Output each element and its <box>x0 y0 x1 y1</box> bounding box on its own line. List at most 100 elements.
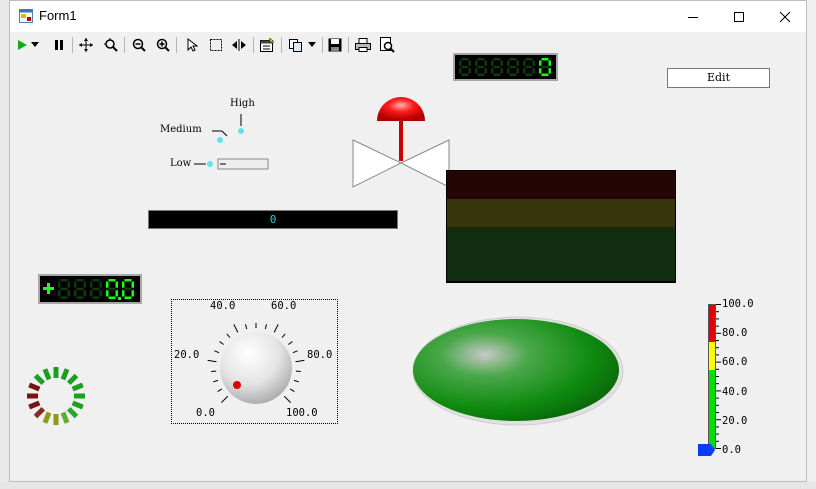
toolbar-separator <box>72 37 73 53</box>
app-icon <box>19 9 33 23</box>
toolbar <box>10 33 806 57</box>
zoom-out-button[interactable] <box>129 36 149 54</box>
select-box-button[interactable] <box>206 36 226 54</box>
knob-tick <box>283 395 292 404</box>
spinner-segment <box>71 382 84 392</box>
knob-label-60: 60.0 <box>271 300 297 312</box>
zoom-out-icon <box>132 38 146 52</box>
knob-tick <box>289 388 295 392</box>
knob-label-80: 80.0 <box>307 349 333 361</box>
lcd-segment <box>108 296 116 299</box>
selector-medium-dot <box>217 137 223 143</box>
knob-tick <box>264 324 267 330</box>
spinner-segment <box>60 368 70 381</box>
toolbar-separator <box>322 37 323 53</box>
valve-body-left <box>352 139 403 188</box>
scale-label-100: 100.0 <box>722 298 754 310</box>
lcd-segment <box>92 296 100 299</box>
selector-low-dot <box>207 161 213 167</box>
spinner-segment <box>33 373 46 386</box>
lcd-segment <box>525 65 533 69</box>
lcd-segment <box>115 281 118 288</box>
edit-button[interactable]: Edit <box>667 68 770 88</box>
copy-dropdown[interactable] <box>306 36 318 54</box>
main-window: Form1 Edit High Medium Low 0 0.0 20.0 40… <box>9 0 807 482</box>
zoom-in-button[interactable] <box>153 36 173 54</box>
spinner-segment <box>66 373 79 386</box>
pan-button[interactable] <box>76 36 96 54</box>
properties-button[interactable] <box>257 36 277 54</box>
maximize-button[interactable] <box>716 1 762 32</box>
run-dropdown[interactable] <box>29 36 41 54</box>
zoom-in-icon <box>156 38 170 52</box>
background-window-bottom <box>0 482 816 489</box>
window-title: Form1 <box>39 8 77 23</box>
lcd-segment <box>541 58 549 61</box>
lcd-segment <box>477 58 485 61</box>
title-bar[interactable]: Form1 <box>10 1 806 32</box>
lcd-segment <box>468 60 471 66</box>
knob-tick <box>288 341 293 345</box>
toolbar-separator <box>124 37 125 53</box>
pause-button[interactable] <box>49 36 69 54</box>
copy-button[interactable] <box>285 36 305 54</box>
lcd-segment <box>60 287 68 291</box>
knob-tick <box>292 350 298 354</box>
print-button[interactable] <box>353 36 373 54</box>
minimize-icon <box>688 16 698 18</box>
scale-label-20: 20.0 <box>722 415 748 427</box>
lcd-segment <box>58 281 61 288</box>
lcd-segment <box>541 65 549 69</box>
lcd-segment <box>461 65 469 69</box>
knob-tick <box>233 324 239 333</box>
lcd-segment <box>108 279 116 282</box>
split-icon <box>232 39 246 51</box>
lcd-segment <box>122 290 125 297</box>
pause-icon <box>55 40 63 50</box>
select-pointer-button[interactable] <box>182 36 202 54</box>
lcd-segment <box>523 68 526 74</box>
lcd-digits <box>459 58 551 76</box>
lcd-segment <box>491 68 494 74</box>
valve[interactable] <box>350 93 454 193</box>
spinner-segment <box>42 368 52 381</box>
lcd-segment <box>491 60 494 66</box>
lcd-segment <box>539 60 542 66</box>
lcd-segment <box>76 296 84 299</box>
lcd-segment <box>484 60 487 66</box>
knob-label-0: 0.0 <box>196 407 215 419</box>
maximize-icon <box>734 11 744 22</box>
knob-tick <box>293 379 299 383</box>
lcd-segment <box>500 60 503 66</box>
lcd-segment <box>124 296 132 299</box>
knob-tick <box>219 341 224 345</box>
valve-stem <box>399 121 403 161</box>
lcd-segment <box>74 290 77 297</box>
knob-tick <box>273 324 279 333</box>
lcd-segment <box>58 290 61 297</box>
minimize-button[interactable] <box>670 1 716 32</box>
print-preview-button[interactable] <box>377 36 397 54</box>
lcd-segment <box>122 281 125 288</box>
lcd-segment <box>532 60 535 66</box>
zoom-box-button[interactable] <box>101 36 121 54</box>
lcd-segment <box>461 73 469 76</box>
lcd-segment <box>106 281 109 288</box>
lcd-segment <box>92 279 100 282</box>
save-icon <box>328 38 342 52</box>
close-icon <box>779 11 791 22</box>
lcd-segment <box>468 68 471 74</box>
save-button[interactable] <box>325 36 345 54</box>
lcd-segment <box>67 290 70 297</box>
zoom-box-icon <box>104 38 118 52</box>
lcd-segment <box>461 58 469 61</box>
knob[interactable] <box>171 299 338 424</box>
print-icon <box>355 38 371 52</box>
close-button[interactable] <box>762 1 806 32</box>
lcd-segment <box>525 58 533 61</box>
toolbar-separator <box>176 37 177 53</box>
lcd-segment <box>500 68 503 74</box>
digital-display-left <box>38 274 142 304</box>
lcd-segment <box>83 290 86 297</box>
split-button[interactable] <box>229 36 249 54</box>
